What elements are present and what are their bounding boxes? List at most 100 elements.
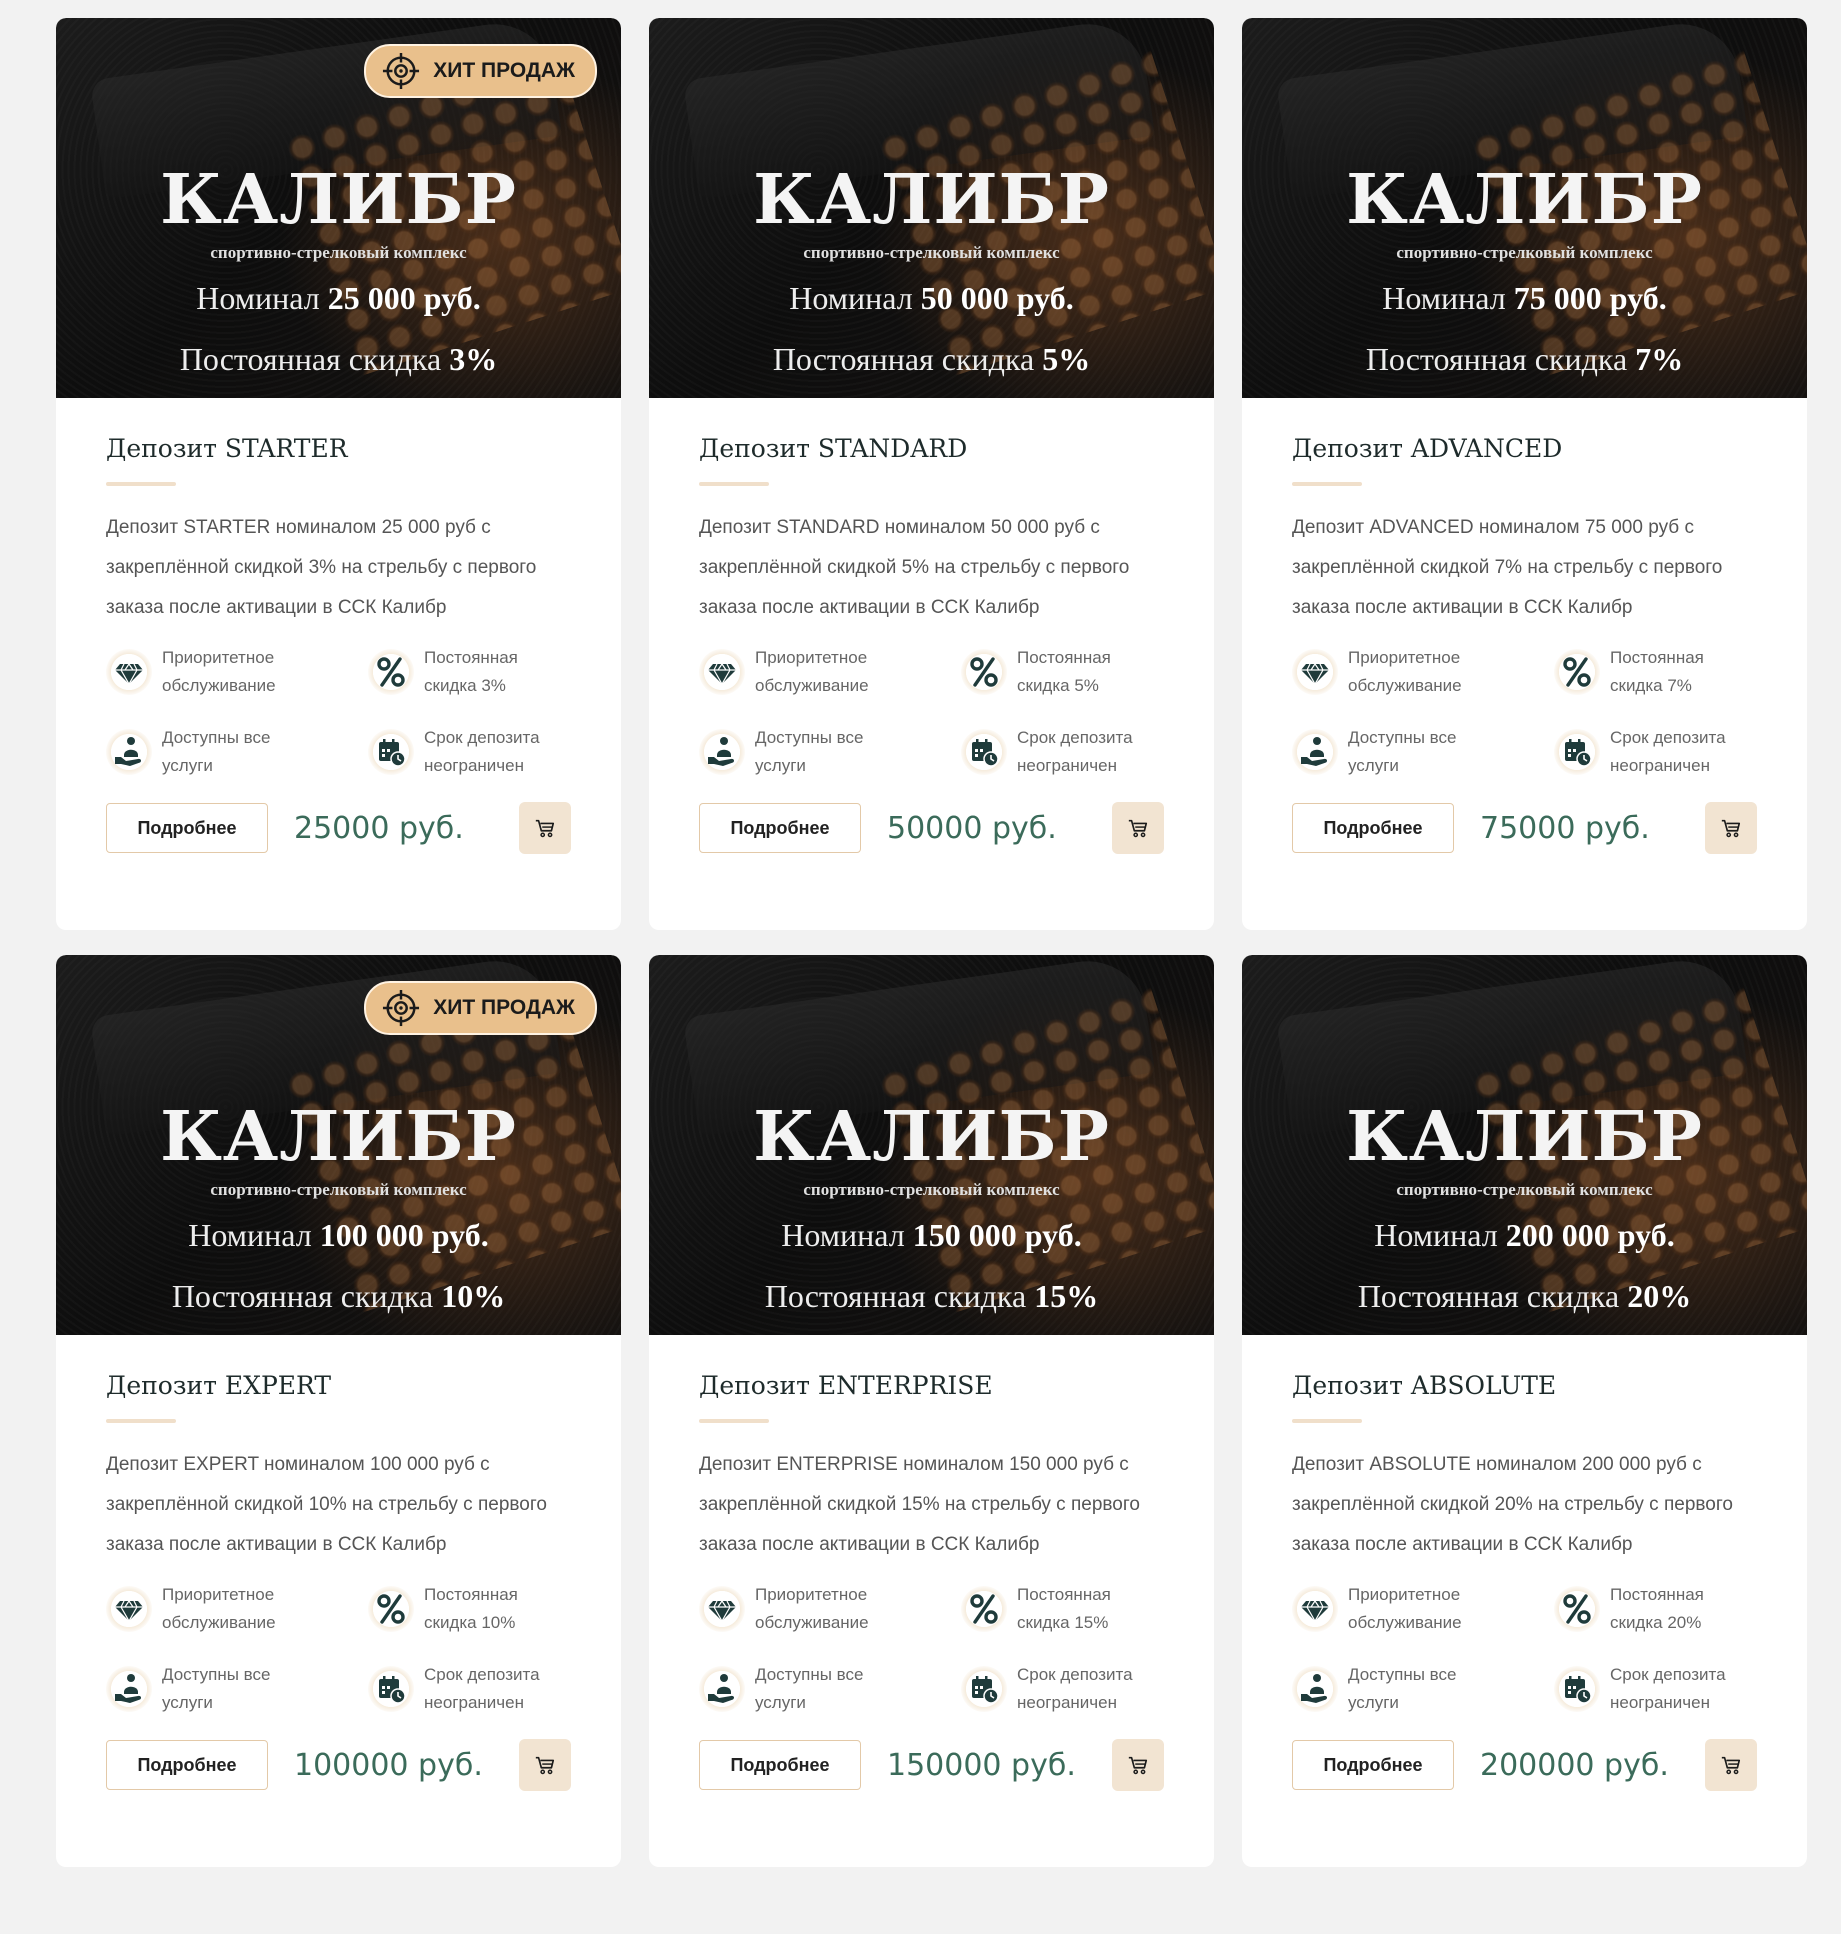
feature-line2: неограничен [1017, 1693, 1117, 1712]
card-body: Депозит STANDARD Депозит STANDARD номина… [649, 434, 1214, 854]
feature-line1: Приоритетное [755, 1585, 868, 1604]
diamond-icon [106, 1586, 152, 1632]
banner-discount-prefix: Постоянная скидка [179, 341, 442, 377]
feature-item: Срок депозита неограничен [1554, 1661, 1754, 1717]
card-title[interactable]: Депозит ENTERPRISE [699, 1371, 1164, 1401]
feature-line2: обслуживание [1348, 1613, 1462, 1632]
feature-list: Приоритетное обслуживание Постоянная скидк… [699, 1581, 1164, 1717]
card-title[interactable]: Депозит ADVANCED [1292, 434, 1757, 464]
feature-line2: услуги [1348, 1693, 1399, 1712]
banner-nominal-value: 50 000 руб. [920, 280, 1074, 316]
feature-line1: Срок депозита [1610, 1665, 1726, 1684]
service-person-icon [106, 729, 152, 775]
feature-line2: скидка 20% [1610, 1613, 1702, 1632]
price: 150000 руб. [887, 1747, 1076, 1783]
feature-item: Срок депозита неограничен [961, 724, 1161, 780]
banner-discount: Постоянная скидка 7% [1242, 343, 1807, 375]
feature-item: Доступны все услуги [106, 1661, 368, 1717]
feature-line2: услуги [1348, 756, 1399, 775]
banner-brand: КАЛИБР [160, 160, 517, 240]
banner-discount-value: 5% [1042, 341, 1091, 377]
banner-nominal-value: 25 000 руб. [327, 280, 481, 316]
feature-line2: услуги [162, 756, 213, 775]
add-to-cart-button[interactable] [1112, 802, 1164, 854]
banner-text: КАЛИБР спортивно-стрелковый комплекс Ном… [649, 955, 1214, 1335]
banner-discount: Постоянная скидка 10% [56, 1280, 621, 1312]
card-description: Депозит ADVANCED номиналом 75 000 руб с … [1292, 517, 1723, 618]
feature-line1: Постоянная [1610, 648, 1704, 667]
feature-line2: неограничен [1610, 1693, 1710, 1712]
product-card: КАЛИБР спортивно-стрелковый комплекс Ном… [649, 18, 1214, 930]
feature-item: Постоянная скидка 20% [1554, 1581, 1754, 1637]
banner-discount-value: 10% [441, 1278, 506, 1314]
banner-brand-subtitle: спортивно-стрелковый комплекс [210, 1180, 467, 1199]
feature-item: Приоритетное обслуживание [1292, 1581, 1554, 1637]
details-button[interactable]: Подробнее [699, 803, 861, 853]
details-button[interactable]: Подробнее [106, 1740, 268, 1790]
title-divider [1292, 482, 1362, 486]
banner-discount: Постоянная скидка 5% [649, 343, 1214, 375]
add-to-cart-button[interactable] [1112, 1739, 1164, 1791]
feature-item: Приоритетное обслуживание [1292, 644, 1554, 700]
card-title[interactable]: Депозит EXPERT [106, 1371, 571, 1401]
feature-line2: неограничен [1610, 756, 1710, 775]
cart-icon [535, 1756, 555, 1775]
banner-nominal-value: 150 000 руб. [912, 1217, 1082, 1253]
price: 75000 руб. [1480, 810, 1650, 846]
card-title[interactable]: Депозит STANDARD [699, 434, 1164, 464]
add-to-cart-button[interactable] [1705, 802, 1757, 854]
percent-icon [961, 649, 1007, 695]
title-divider [699, 482, 769, 486]
feature-item: Приоритетное обслуживание [106, 644, 368, 700]
banner-nominal-value: 200 000 руб. [1505, 1217, 1675, 1253]
card-banner[interactable]: КАЛИБР спортивно-стрелковый комплекс Ном… [1242, 18, 1807, 398]
feature-item: Срок депозита неограничен [961, 1661, 1161, 1717]
card-banner[interactable]: КАЛИБР спортивно-стрелковый комплекс Ном… [649, 18, 1214, 398]
feature-line2: услуги [755, 756, 806, 775]
card-description: Депозит ENTERPRISE номиналом 150 000 руб… [699, 1454, 1140, 1555]
details-button[interactable]: Подробнее [1292, 803, 1454, 853]
details-button[interactable]: Подробнее [699, 1740, 861, 1790]
card-title[interactable]: Депозит ABSOLUTE [1292, 1371, 1757, 1401]
feature-line1: Приоритетное [162, 1585, 275, 1604]
card-banner[interactable]: КАЛИБР спортивно-стрелковый комплекс Ном… [1242, 955, 1807, 1335]
calendar-clock-icon [961, 729, 1007, 775]
feature-line2: обслуживание [755, 1613, 869, 1632]
banner-text: КАЛИБР спортивно-стрелковый комплекс Ном… [1242, 18, 1807, 398]
banner-nominal: Номинал 150 000 руб. [649, 1219, 1214, 1251]
feature-item: Срок депозита неограничен [368, 1661, 568, 1717]
add-to-cart-button[interactable] [1705, 1739, 1757, 1791]
feature-line2: неограничен [424, 1693, 524, 1712]
card-body: Депозит STARTER Депозит STARTER номинало… [56, 434, 621, 854]
banner-discount-prefix: Постоянная скидка [764, 1278, 1027, 1314]
percent-icon [1554, 649, 1600, 695]
add-to-cart-button[interactable] [519, 802, 571, 854]
percent-icon [1554, 1586, 1600, 1632]
card-description: Депозит ABSOLUTE номиналом 200 000 руб с… [1292, 1454, 1733, 1555]
details-button[interactable]: Подробнее [106, 803, 268, 853]
card-title[interactable]: Депозит STARTER [106, 434, 571, 464]
feature-item: Доступны все услуги [699, 724, 961, 780]
banner-brand: КАЛИБР [753, 160, 1110, 240]
cart-icon [1128, 1756, 1148, 1775]
card-banner[interactable]: КАЛИБР спортивно-стрелковый комплекс Ном… [649, 955, 1214, 1335]
add-to-cart-button[interactable] [519, 1739, 571, 1791]
banner-text: КАЛИБР спортивно-стрелковый комплекс Ном… [649, 18, 1214, 398]
feature-line1: Приоритетное [755, 648, 868, 667]
title-divider [106, 482, 176, 486]
feature-line1: Приоритетное [162, 648, 275, 667]
card-banner[interactable]: КАЛИБР спортивно-стрелковый комплекс Ном… [56, 955, 621, 1335]
feature-line2: обслуживание [162, 1613, 276, 1632]
card-banner[interactable]: КАЛИБР спортивно-стрелковый комплекс Ном… [56, 18, 621, 398]
banner-discount-value: 20% [1627, 1278, 1692, 1314]
crosshair-icon [383, 989, 420, 1027]
banner-nominal: Номинал 200 000 руб. [1242, 1219, 1807, 1251]
product-card: КАЛИБР спортивно-стрелковый комплекс Ном… [56, 955, 621, 1867]
card-body: Депозит EXPERT Депозит EXPERT номиналом … [56, 1371, 621, 1791]
product-card: КАЛИБР спортивно-стрелковый комплекс Ном… [56, 18, 621, 930]
banner-discount-prefix: Постоянная скидка [171, 1278, 434, 1314]
banner-brand-subtitle: спортивно-стрелковый комплекс [210, 243, 467, 262]
details-button[interactable]: Подробнее [1292, 1740, 1454, 1790]
banner-brand: КАЛИБР [160, 1097, 517, 1177]
service-person-icon [106, 1666, 152, 1712]
